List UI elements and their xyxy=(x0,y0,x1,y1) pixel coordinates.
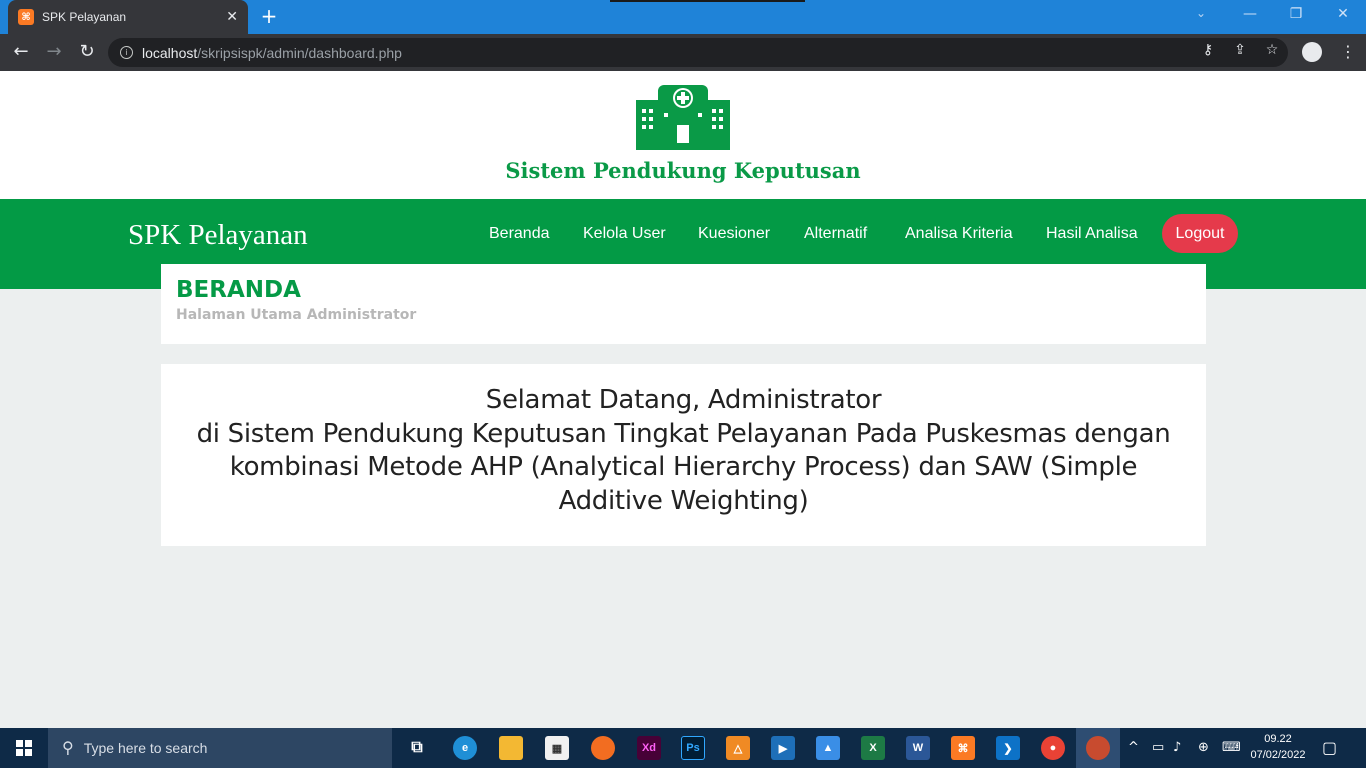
back-icon[interactable]: ← xyxy=(10,42,32,64)
site-header: Sistem Pendukung Keputusan xyxy=(0,71,1366,199)
clock-date: 07/02/2022 xyxy=(1250,749,1306,761)
site-brand-title: Sistem Pendukung Keputusan xyxy=(505,158,861,183)
volume-icon[interactable]: ♪ xyxy=(1173,740,1181,755)
hospital-logo-icon xyxy=(636,85,730,150)
url-path: /skripsispk/admin/dashboard.php xyxy=(197,44,402,61)
task-view-icon[interactable]: ⧉ xyxy=(405,736,429,760)
photos-icon[interactable]: ▲ xyxy=(816,736,840,760)
clock-time: 09.22 xyxy=(1264,733,1292,745)
welcome-line: di Sistem Pendukung Keputusan Tingkat Pe… xyxy=(196,418,1171,449)
share-icon[interactable]: ⇪ xyxy=(1230,42,1250,58)
active-app-icon[interactable] xyxy=(1086,736,1110,760)
minimize-icon[interactable]: — xyxy=(1238,6,1262,22)
bookmark-star-icon[interactable]: ☆ xyxy=(1262,42,1282,58)
meet-now-icon[interactable]: ▭ xyxy=(1152,740,1164,755)
tray-overflow-icon[interactable]: ^ xyxy=(1128,740,1139,755)
firefox-icon[interactable] xyxy=(591,736,615,760)
windows-taskbar: ⚲ Type here to search ⧉ e ▦ Xd Ps △ ▶ ▲ … xyxy=(0,728,1366,768)
language-icon[interactable]: ⌨ xyxy=(1222,740,1241,755)
page-title-card: BERANDA Halaman Utama Administrator xyxy=(161,264,1206,344)
chrome-icon[interactable]: ● xyxy=(1041,736,1065,760)
windows-logo-icon xyxy=(16,740,32,756)
tab-search-icon[interactable]: ⌄ xyxy=(1196,6,1206,20)
taskbar-clock[interactable]: 09.22 07/02/2022 xyxy=(1248,731,1308,763)
welcome-message: Selamat Datang, Administrator di Sistem … xyxy=(181,384,1186,518)
nav-link-kuesioner[interactable]: Kuesioner xyxy=(698,225,770,243)
taskbar-search-box[interactable]: ⚲ Type here to search xyxy=(48,728,392,768)
nav-link-analisa-kriteria[interactable]: Analisa Kriteria xyxy=(905,225,1013,243)
page-subtitle: Halaman Utama Administrator xyxy=(176,307,417,323)
adobe-xd-icon[interactable]: Xd xyxy=(637,736,661,760)
forward-icon[interactable]: → xyxy=(43,42,65,64)
xampp-favicon-icon: ⌘ xyxy=(18,9,34,25)
word-icon[interactable]: W xyxy=(906,736,930,760)
nav-link-beranda[interactable]: Beranda xyxy=(489,225,550,243)
xampp-icon[interactable]: ⌘ xyxy=(951,736,975,760)
tab-close-icon[interactable]: ✕ xyxy=(226,9,238,25)
address-bar[interactable]: i localhost/skripsispk/admin/dashboard.p… xyxy=(108,38,1288,67)
welcome-card: Selamat Datang, Administrator di Sistem … xyxy=(161,364,1206,546)
new-tab-button[interactable]: + xyxy=(258,6,280,28)
close-window-icon[interactable]: ✕ xyxy=(1331,6,1355,22)
store-icon[interactable]: ▦ xyxy=(545,736,569,760)
vscode-icon[interactable]: ❯ xyxy=(996,736,1020,760)
tab-title: SPK Pelayanan xyxy=(42,10,127,24)
welcome-line: kombinasi Metode AHP (Analytical Hierarc… xyxy=(229,452,1138,482)
browser-tab[interactable]: ⌘ SPK Pelayanan ✕ xyxy=(8,0,248,34)
browser-toolbar: ← → ↻ i localhost/skripsispk/admin/dashb… xyxy=(0,34,1366,71)
page-title: BERANDA xyxy=(176,277,301,303)
network-icon[interactable]: ⊕ xyxy=(1198,740,1209,755)
nav-link-hasil-analisa[interactable]: Hasil Analisa xyxy=(1046,225,1138,243)
nav-link-alternatif[interactable]: Alternatif xyxy=(804,225,867,243)
video-editor-icon[interactable]: ▶ xyxy=(771,736,795,760)
taskbar-search-placeholder: Type here to search xyxy=(83,740,208,756)
window-strip xyxy=(610,0,805,2)
profile-avatar-icon[interactable] xyxy=(1302,42,1322,62)
key-icon[interactable]: ⚷ xyxy=(1198,42,1218,58)
nav-link-kelola-user[interactable]: Kelola User xyxy=(583,225,666,243)
edge-icon[interactable]: e xyxy=(453,736,477,760)
search-icon: ⚲ xyxy=(62,740,74,757)
site-info-icon[interactable]: i xyxy=(120,46,133,59)
notification-icon[interactable]: ▢ xyxy=(1322,738,1337,757)
photoshop-icon[interactable]: Ps xyxy=(681,736,705,760)
browser-menu-icon[interactable]: ⋮ xyxy=(1340,42,1356,61)
start-button[interactable] xyxy=(0,728,48,768)
excel-icon[interactable]: X xyxy=(861,736,885,760)
network-app-icon[interactable]: △ xyxy=(726,736,750,760)
reload-icon[interactable]: ↻ xyxy=(76,42,98,64)
logout-button[interactable]: Logout xyxy=(1162,214,1238,253)
url-host: localhost xyxy=(142,44,198,61)
welcome-line: Additive Weighting) xyxy=(558,485,809,516)
navbar-brand[interactable]: SPK Pelayanan xyxy=(128,219,308,252)
restore-icon[interactable]: ❐ xyxy=(1284,6,1308,22)
welcome-line: Selamat Datang, Administrator xyxy=(485,385,882,415)
browser-tabbar: ⌘ SPK Pelayanan ✕ + ⌄ — ❐ ✕ xyxy=(0,0,1366,34)
file-explorer-icon[interactable] xyxy=(499,736,523,760)
